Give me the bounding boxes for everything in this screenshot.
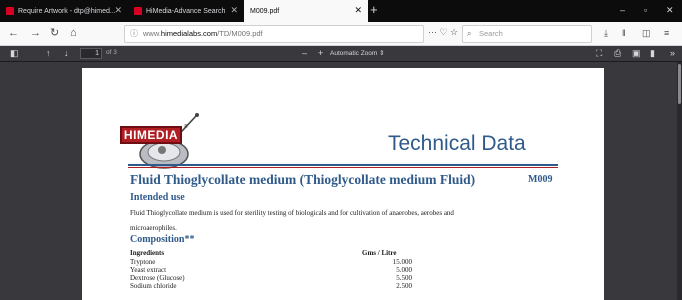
composition-heading: Composition** xyxy=(130,234,195,245)
table-row: Sodium chloride 2.500 xyxy=(130,282,412,290)
table-row: Dextrose (Glucose) 5.500 xyxy=(130,274,412,282)
url-domain: himedialabs.com xyxy=(160,29,218,38)
save-icon[interactable]: ▣ xyxy=(632,48,641,59)
library-icon[interactable]: ‖ xyxy=(622,28,626,38)
close-tab-icon[interactable]: ✕ xyxy=(354,6,362,15)
product-code: M009 xyxy=(528,174,553,185)
home-icon[interactable]: ⌂ xyxy=(70,27,77,39)
page-count: of 3 xyxy=(106,49,117,56)
intended-use-text-2: microaerophiles. xyxy=(130,224,177,232)
url-bar[interactable]: ⓘ www.himedialabs.com/TD/M009.pdf xyxy=(124,25,424,43)
close-tab-icon[interactable]: ✕ xyxy=(230,6,238,15)
intended-use-heading: Intended use xyxy=(130,192,185,203)
tab-label: Require Artwork - dtp@himed... xyxy=(18,7,116,15)
ingredient-value: 2.500 xyxy=(396,282,412,290)
search-input[interactable]: ⌕ Search xyxy=(462,25,592,43)
back-icon[interactable]: ← xyxy=(8,27,19,39)
registered-mark-icon: ® xyxy=(184,124,188,130)
tab-require-artwork[interactable]: Require Artwork - dtp@himed... ✕ xyxy=(0,0,128,22)
ingredient-name: Sodium chloride xyxy=(130,282,177,290)
tab-label: M009.pdf xyxy=(250,7,280,15)
pdf-page: HIMEDIA ® Technical Data Fluid Thioglyco… xyxy=(82,68,604,300)
tab-strip: Require Artwork - dtp@himed... ✕ HiMedia… xyxy=(0,0,682,22)
zoom-out-icon[interactable]: – xyxy=(302,48,307,59)
maximize-icon[interactable]: ▫ xyxy=(644,5,647,15)
ingredient-value: 15.000 xyxy=(392,258,412,266)
ingredient-name: Yeast extract xyxy=(130,266,167,274)
navigation-toolbar: ← → ↻ ⌂ ⓘ www.himedialabs.com/TD/M009.pd… xyxy=(0,22,682,46)
new-tab-icon[interactable]: + xyxy=(370,3,378,17)
zoom-label: Automatic Zoom xyxy=(330,50,378,57)
zoom-in-icon[interactable]: + xyxy=(318,48,323,59)
gmail-favicon-icon xyxy=(6,7,14,15)
units-header: Gms / Litre xyxy=(362,249,397,257)
page-actions-icon[interactable]: ··· ♡ ☆ xyxy=(428,27,458,38)
url-path: /TD/M009.pdf xyxy=(217,29,263,38)
previous-page-icon[interactable]: ↑ xyxy=(46,48,51,59)
downloads-icon[interactable]: ⤓ xyxy=(604,28,608,39)
scrollbar-thumb[interactable] xyxy=(678,64,681,104)
document-header: Technical Data xyxy=(388,132,526,155)
menu-icon[interactable]: ≡ xyxy=(664,28,669,38)
ingredient-name: Tryptone xyxy=(130,258,156,266)
forward-icon[interactable]: → xyxy=(30,27,41,39)
tab-label: HiMedia-Advance Search xyxy=(146,7,226,15)
brand-badge: HIMEDIA xyxy=(120,126,182,144)
reload-icon[interactable]: ↻ xyxy=(50,27,59,39)
bookmark-icon[interactable]: ▮ xyxy=(650,48,655,59)
sidebar-icon[interactable]: ◫ xyxy=(642,28,651,39)
search-icon: ⌕ xyxy=(467,29,472,38)
next-page-icon[interactable]: ↓ xyxy=(64,48,69,59)
page-number-input[interactable]: 1 xyxy=(80,48,102,59)
ingredient-value: 5.500 xyxy=(396,274,412,282)
table-row: Yeast extract 5.000 xyxy=(130,266,412,274)
site-info-icon[interactable]: ⓘ xyxy=(130,26,138,42)
ingredient-value: 5.000 xyxy=(396,266,412,274)
tab-m009-pdf[interactable]: M009.pdf ✕ xyxy=(244,0,368,22)
close-window-icon[interactable]: ✕ xyxy=(666,5,674,16)
minimize-icon[interactable]: – xyxy=(620,5,625,15)
close-tab-icon[interactable]: ✕ xyxy=(114,6,122,15)
print-icon[interactable]: ⎙ xyxy=(614,48,621,59)
search-placeholder: Search xyxy=(479,29,503,38)
himedia-favicon-icon xyxy=(134,7,142,15)
document-title: Fluid Thioglycollate medium (Thioglycoll… xyxy=(130,172,476,187)
pdf-viewer[interactable]: HIMEDIA ® Technical Data Fluid Thioglyco… xyxy=(0,62,682,300)
intended-use-text: Fluid Thioglycollate medium is used for … xyxy=(130,209,454,217)
scrollbar[interactable] xyxy=(677,62,682,300)
pdf-toolbar: ◧ ↑ ↓ 1 of 3 – + Automatic Zoom ⇕ ⛶ ⎙ ▣ … xyxy=(0,46,682,62)
ingredients-header: Ingredients xyxy=(130,249,165,257)
ingredient-name: Dextrose (Glucose) xyxy=(130,274,185,282)
header-rule xyxy=(128,164,558,166)
header-rule-accent xyxy=(128,167,558,168)
url-prefix: www. xyxy=(143,29,161,38)
table-row: Tryptone 15.000 xyxy=(130,258,412,266)
toggle-sidebar-icon[interactable]: ◧ xyxy=(10,48,19,59)
tools-icon[interactable]: » xyxy=(670,48,675,59)
zoom-select[interactable]: Automatic Zoom ⇕ xyxy=(330,49,385,57)
tab-himedia-search[interactable]: HiMedia-Advance Search ✕ xyxy=(128,0,244,22)
presentation-mode-icon[interactable]: ⛶ xyxy=(596,48,602,59)
